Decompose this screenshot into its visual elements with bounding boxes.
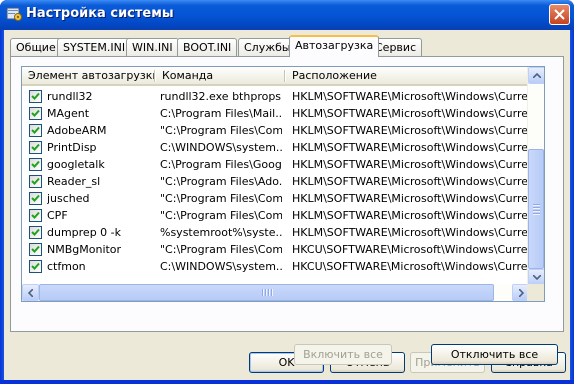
scroll-up-button[interactable] xyxy=(528,67,544,84)
startup-item-name: dumprep 0 -k xyxy=(47,226,122,239)
startup-item-checkbox[interactable] xyxy=(29,260,42,273)
startup-item-command: C:\WINDOWS\system... xyxy=(160,260,282,273)
checkmark-icon xyxy=(31,177,40,185)
tab-system-ini[interactable]: SYSTEM.INI xyxy=(57,38,132,56)
startup-item-command: "C:\Program Files\Ado... xyxy=(160,175,282,188)
list-item[interactable]: rundll32 rundll32.exe bthprops.... HKLM\SO… xyxy=(22,88,530,105)
startup-item-command: "C:\Program Files\Com... xyxy=(160,243,282,256)
column-header-command[interactable]: Команда xyxy=(156,67,282,84)
startup-item-checkbox[interactable] xyxy=(29,141,42,154)
horizontal-scroll-thumb[interactable] xyxy=(39,284,494,301)
startup-item-location: HKLM\SOFTWARE\Microsoft\Windows\CurrentV… xyxy=(292,107,530,120)
startup-item-checkbox[interactable] xyxy=(29,175,42,188)
arrow-up-icon xyxy=(533,73,541,78)
list-item[interactable]: CPF "C:\Program Files\Com... HKLM\SOFTWARE… xyxy=(22,207,530,224)
scrollbar-corner xyxy=(527,284,544,301)
startup-item-name: Reader_sl xyxy=(47,175,101,188)
list-item[interactable]: AdobeARM "C:\Program Files\Com... HKLM\SOF… xyxy=(22,122,530,139)
arrow-down-icon xyxy=(533,275,541,280)
startup-item-location: HKLM\SOFTWARE\Microsoft\Windows\CurrentV… xyxy=(292,124,530,137)
startup-item-checkbox[interactable] xyxy=(29,192,42,205)
scroll-left-button[interactable] xyxy=(22,284,39,301)
checkmark-icon xyxy=(31,109,40,117)
list-item[interactable]: Reader_sl "C:\Program Files\Ado... HKLM\SO… xyxy=(22,173,530,190)
startup-item-checkbox[interactable] xyxy=(29,243,42,256)
startup-item-checkbox[interactable] xyxy=(29,209,42,222)
vertical-scrollbar[interactable] xyxy=(527,67,544,286)
startup-item-command: "C:\Program Files\Com... xyxy=(160,124,282,137)
startup-item-command: rundll32.exe bthprops.... xyxy=(160,90,282,103)
checkmark-icon xyxy=(31,126,40,134)
tab-boot-ini[interactable]: BOOT.INI xyxy=(177,38,238,56)
startup-list[interactable]: Элемент автозагрузки Команда Расположени… xyxy=(21,66,545,302)
list-item[interactable]: googletalk C:\Program Files\Goog... HKLM\S… xyxy=(22,156,530,173)
list-item[interactable]: ctfmon C:\WINDOWS\system... HKCU\SOFTWARE\… xyxy=(22,258,530,275)
startup-item-location: HKLM\SOFTWARE\Microsoft\Windows\CurrentV… xyxy=(292,192,530,205)
enable-all-button[interactable]: Включить все xyxy=(294,344,392,365)
startup-item-name: MAgent xyxy=(47,107,90,120)
list-item[interactable]: MAgent C:\Program Files\Mail.... HKLM\SOFT… xyxy=(22,105,530,122)
startup-item-command: C:\Program Files\Mail.... xyxy=(160,107,282,120)
startup-item-location: HKLM\SOFTWARE\Microsoft\Windows\CurrentV… xyxy=(292,90,530,103)
startup-item-checkbox[interactable] xyxy=(29,226,42,239)
system-config-app-icon xyxy=(6,6,22,22)
startup-item-checkbox[interactable] xyxy=(29,158,42,171)
tab-startup[interactable]: Автозагрузка xyxy=(289,35,380,57)
startup-item-location: HKLM\SOFTWARE\Microsoft\Windows\CurrentV… xyxy=(292,141,530,154)
tab-win-ini[interactable]: WIN.INI xyxy=(126,38,179,56)
title-bar[interactable]: Настройка системы xyxy=(0,0,574,30)
checkmark-icon xyxy=(31,245,40,253)
column-header-location[interactable]: Расположение xyxy=(286,67,530,84)
startup-item-command: "C:\Program Files\Com... xyxy=(160,192,282,205)
tab-general[interactable]: Общие xyxy=(10,38,62,56)
dialog-client-area: Общие SYSTEM.INI WIN.INI BOOT.INI Службы… xyxy=(4,30,570,380)
startup-item-location: HKLM\SOFTWARE\Microsoft\Windows\CurrentV… xyxy=(292,175,530,188)
vertical-scroll-thumb[interactable] xyxy=(528,149,544,269)
startup-item-location: HKCU\SOFTWARE\Microsoft\Windows\CurrentV… xyxy=(292,260,530,273)
startup-item-name: googletalk xyxy=(47,158,105,171)
checkmark-icon xyxy=(31,262,40,270)
column-header-startup-item[interactable]: Элемент автозагрузки xyxy=(22,67,154,84)
list-item[interactable]: NMBgMonitor "C:\Program Files\Com... HKCU\… xyxy=(22,241,530,258)
startup-item-name: AdobeARM xyxy=(47,124,107,137)
startup-tab-panel: Элемент автозагрузки Команда Расположени… xyxy=(10,56,564,365)
startup-item-name: CPF xyxy=(47,209,68,222)
startup-item-command: C:\Program Files\Goog... xyxy=(160,158,282,171)
startup-item-location: HKLM\SOFTWARE\Microsoft\Windows\CurrentV… xyxy=(292,158,530,171)
checkmark-icon xyxy=(31,160,40,168)
startup-item-command: C:\WINDOWS\system... xyxy=(160,141,282,154)
startup-item-name: PrintDisp xyxy=(47,141,97,154)
startup-item-location: HKCU\SOFTWARE\Microsoft\Windows\CurrentV… xyxy=(292,243,530,256)
list-item[interactable]: jusched "C:\Program Files\Com... HKLM\SOFT… xyxy=(22,190,530,207)
close-icon xyxy=(554,9,565,20)
startup-item-checkbox[interactable] xyxy=(29,90,42,103)
startup-item-checkbox[interactable] xyxy=(29,107,42,120)
startup-item-checkbox[interactable] xyxy=(29,124,42,137)
arrow-left-icon xyxy=(28,289,33,297)
tab-services[interactable]: Службы xyxy=(238,38,297,56)
close-button[interactable] xyxy=(549,4,570,25)
startup-item-name: NMBgMonitor xyxy=(47,243,122,256)
checkmark-icon xyxy=(31,211,40,219)
disable-all-button[interactable]: Отключить все xyxy=(431,344,558,365)
list-item[interactable]: dumprep 0 -k %systemroot%\syste... HKLM\SO… xyxy=(22,224,530,241)
list-item[interactable]: PrintDisp C:\WINDOWS\system... HKLM\SOFTWA… xyxy=(22,139,530,156)
checkmark-icon xyxy=(31,228,40,236)
startup-item-name: ctfmon xyxy=(47,260,86,273)
startup-item-name: rundll32 xyxy=(47,90,93,103)
startup-item-command: %systemroot%\syste... xyxy=(160,226,282,239)
horizontal-scrollbar[interactable] xyxy=(22,284,529,301)
checkmark-icon xyxy=(31,92,40,100)
startup-item-command: "C:\Program Files\Com... xyxy=(160,209,282,222)
checkmark-icon xyxy=(31,194,40,202)
arrow-right-icon xyxy=(519,289,524,297)
startup-item-location: HKLM\SOFTWARE\Microsoft\Windows\CurrentV… xyxy=(292,226,530,239)
checkmark-icon xyxy=(31,143,40,151)
startup-item-location: HKLM\SOFTWARE\Microsoft\Windows\CurrentV… xyxy=(292,209,530,222)
window-title: Настройка системы xyxy=(26,6,174,21)
startup-item-name: jusched xyxy=(47,192,90,205)
list-header: Элемент автозагрузки Команда Расположени… xyxy=(22,67,530,86)
system-configuration-window: Настройка системы Общие SYSTEM.INI WIN.I… xyxy=(0,0,574,384)
